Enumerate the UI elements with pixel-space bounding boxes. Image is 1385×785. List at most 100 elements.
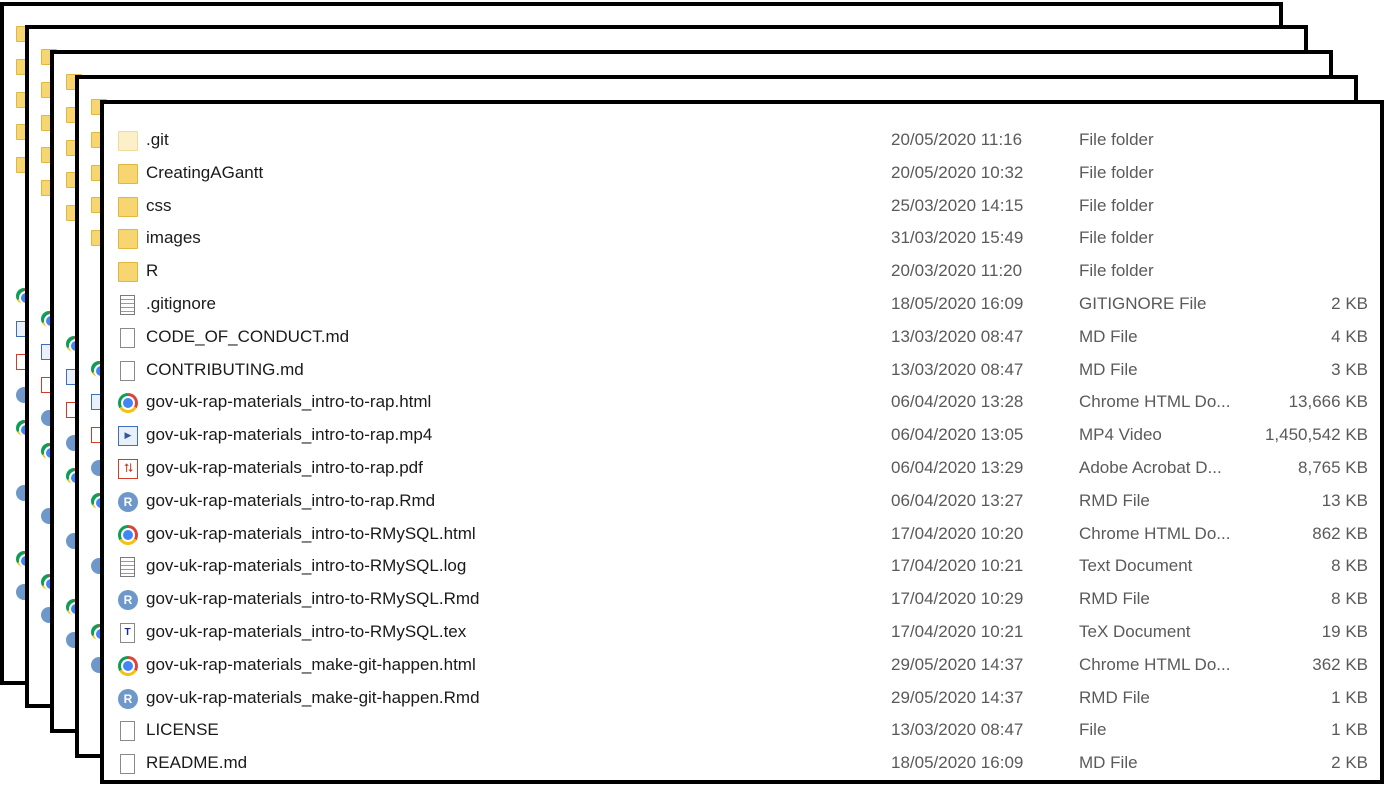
chrome-icon — [118, 393, 138, 414]
file-date-modified: 29/05/2020 14:37 — [891, 687, 1024, 707]
folder-icon — [118, 262, 138, 283]
file-row[interactable]: gov-uk-rap-materials_intro-to-RMySQL.log… — [104, 550, 1380, 583]
file-name: css — [146, 195, 172, 215]
file-size: 2 KB — [1331, 294, 1368, 313]
r-file-icon: R — [118, 688, 138, 709]
file-row[interactable]: Rgov-uk-rap-materials_intro-to-rap.Rmd 06… — [104, 485, 1380, 518]
file-size: 862 KB — [1312, 523, 1368, 543]
file-row[interactable]: Rgov-uk-rap-materials_intro-to-RMySQL.Rm… — [104, 583, 1380, 616]
file-row[interactable]: CONTRIBUTING.md 13/03/2020 08:47 MD File 3 … — [104, 354, 1380, 387]
file-size: 2 KB — [1331, 753, 1368, 773]
file-row[interactable]: LICENSE 13/03/2020 08:47 File 1 KB — [104, 714, 1380, 747]
text-file-icon — [120, 557, 135, 578]
file-type: Chrome HTML Do... — [1079, 523, 1231, 543]
file-type: Chrome HTML Do... — [1079, 392, 1231, 412]
chrome-icon — [118, 524, 138, 545]
file-date-modified: 13/03/2020 08:47 — [891, 326, 1024, 346]
file-date-modified: 25/03/2020 14:15 — [891, 195, 1024, 215]
file-type: Chrome HTML Do... — [1079, 654, 1231, 674]
file-type: File folder — [1079, 228, 1154, 248]
file-type: MD File — [1079, 326, 1138, 346]
file-type: MD File — [1079, 753, 1138, 773]
file-date-modified: 18/05/2020 16:09 — [891, 294, 1024, 313]
file-type: File — [1079, 720, 1107, 740]
file-row[interactable]: css 25/03/2020 14:15 File folder — [104, 190, 1380, 223]
file-name: CreatingAGantt — [146, 162, 264, 182]
file-type: File folder — [1079, 162, 1154, 182]
file-icon — [120, 754, 135, 775]
file-name: .git — [146, 130, 169, 149]
file-icon — [120, 327, 135, 348]
file-date-modified: 29/05/2020 14:37 — [891, 654, 1024, 674]
file-icon — [120, 360, 135, 381]
file-name: gov-uk-rap-materials_intro-to-rap.pdf — [146, 458, 423, 477]
file-size: 13,666 KB — [1288, 392, 1368, 412]
file-size: 3 KB — [1331, 359, 1368, 379]
file-type: RMD File — [1079, 687, 1150, 707]
file-date-modified: 06/04/2020 13:27 — [891, 490, 1024, 510]
file-size: 8,765 KB — [1298, 458, 1368, 477]
file-size: 13 KB — [1321, 490, 1368, 510]
file-row[interactable]: Tgov-uk-rap-materials_intro-to-RMySQL.te… — [104, 616, 1380, 649]
file-size: 362 KB — [1312, 654, 1368, 674]
file-name: gov-uk-rap-materials_intro-to-RMySQL.Rmd — [146, 589, 480, 609]
file-name: gov-uk-rap-materials_make-git-happen.htm… — [146, 654, 476, 674]
file-name: R — [146, 261, 159, 281]
folder-hidden-icon — [118, 131, 138, 151]
file-name: gov-uk-rap-materials_intro-to-rap.html — [146, 392, 432, 412]
file-row[interactable]: gov-uk-rap-materials_intro-to-rap.html 06… — [104, 386, 1380, 419]
file-date-modified: 31/03/2020 15:49 — [891, 228, 1024, 248]
file-type: File folder — [1079, 261, 1154, 281]
file-name: gov-uk-rap-materials_intro-to-rap.Rmd — [146, 490, 436, 510]
file-row[interactable]: README.md 18/05/2020 16:09 MD File 2 KB — [104, 747, 1380, 780]
file-row[interactable]: CODE_OF_CONDUCT.md 13/03/2020 08:47 MD Fil… — [104, 321, 1380, 354]
file-type: Text Document — [1079, 556, 1193, 576]
file-date-modified: 17/04/2020 10:21 — [891, 622, 1024, 641]
file-name: gov-uk-rap-materials_intro-to-rap.mp4 — [146, 425, 433, 445]
file-type: TeX Document — [1079, 622, 1191, 641]
file-date-modified: 20/05/2020 10:32 — [891, 162, 1024, 182]
pdf-icon: ⮁ — [118, 459, 138, 479]
file-name: gov-uk-rap-materials_intro-to-RMySQL.tex — [146, 622, 467, 641]
file-name: CODE_OF_CONDUCT.md — [146, 326, 350, 346]
text-file-icon — [120, 295, 135, 315]
file-date-modified: 20/03/2020 11:20 — [891, 261, 1023, 281]
file-size: 8 KB — [1331, 556, 1368, 576]
file-date-modified: 18/05/2020 16:09 — [891, 753, 1024, 773]
file-row[interactable]: gov-uk-rap-materials_make-git-happen.htm… — [104, 649, 1380, 682]
file-icon — [120, 721, 135, 742]
tex-file-icon: T — [120, 623, 135, 643]
file-name: gov-uk-rap-materials_intro-to-RMySQL.log — [146, 556, 467, 576]
r-file-icon: R — [118, 491, 138, 512]
folder-icon — [118, 229, 138, 250]
file-row[interactable]: .gitignore 18/05/2020 16:09 GITIGNORE File… — [104, 288, 1380, 321]
file-name: CONTRIBUTING.md — [146, 359, 304, 379]
file-date-modified: 13/03/2020 08:47 — [891, 720, 1024, 740]
file-row[interactable]: Rgov-uk-rap-materials_make-git-happen.Rm… — [104, 682, 1380, 715]
chrome-icon — [118, 655, 138, 676]
file-date-modified: 06/04/2020 13:05 — [891, 425, 1024, 445]
file-type: RMD File — [1079, 589, 1150, 609]
file-row[interactable]: gov-uk-rap-materials_intro-to-RMySQL.htm… — [104, 518, 1380, 551]
file-row[interactable]: ▶ gov-uk-rap-materials_intro-to-rap.mp4 06… — [104, 419, 1380, 452]
file-row[interactable]: CreatingAGantt 20/05/2020 10:32 File folde… — [104, 157, 1380, 190]
video-file-icon: ▶ — [118, 426, 138, 447]
file-row[interactable]: images 31/03/2020 15:49 File folder — [104, 222, 1380, 255]
r-file-icon: R — [118, 590, 138, 611]
file-type: File folder — [1079, 130, 1154, 149]
file-explorer-window: .git 20/05/2020 11:16 File folder CreatingA… — [100, 100, 1384, 784]
file-date-modified: 17/04/2020 10:21 — [891, 556, 1024, 576]
file-type: Adobe Acrobat D... — [1079, 458, 1222, 477]
file-size: 1,450,542 KB — [1264, 425, 1368, 445]
file-size: 1 KB — [1331, 720, 1368, 740]
file-date-modified: 13/03/2020 08:47 — [891, 359, 1024, 379]
file-row[interactable]: ⮁ gov-uk-rap-materials_intro-to-rap.pdf 06… — [104, 452, 1380, 485]
file-name: .gitignore — [146, 294, 216, 313]
file-name: README.md — [146, 753, 248, 773]
file-size: 4 KB — [1331, 326, 1368, 346]
file-row[interactable]: R 20/03/2020 11:20 File folder — [104, 255, 1380, 288]
file-name: gov-uk-rap-materials_make-git-happen.Rmd — [146, 687, 480, 707]
file-type: MD File — [1079, 359, 1138, 379]
file-date-modified: 17/04/2020 10:20 — [891, 523, 1024, 543]
file-row[interactable]: .git 20/05/2020 11:16 File folder — [104, 124, 1380, 157]
